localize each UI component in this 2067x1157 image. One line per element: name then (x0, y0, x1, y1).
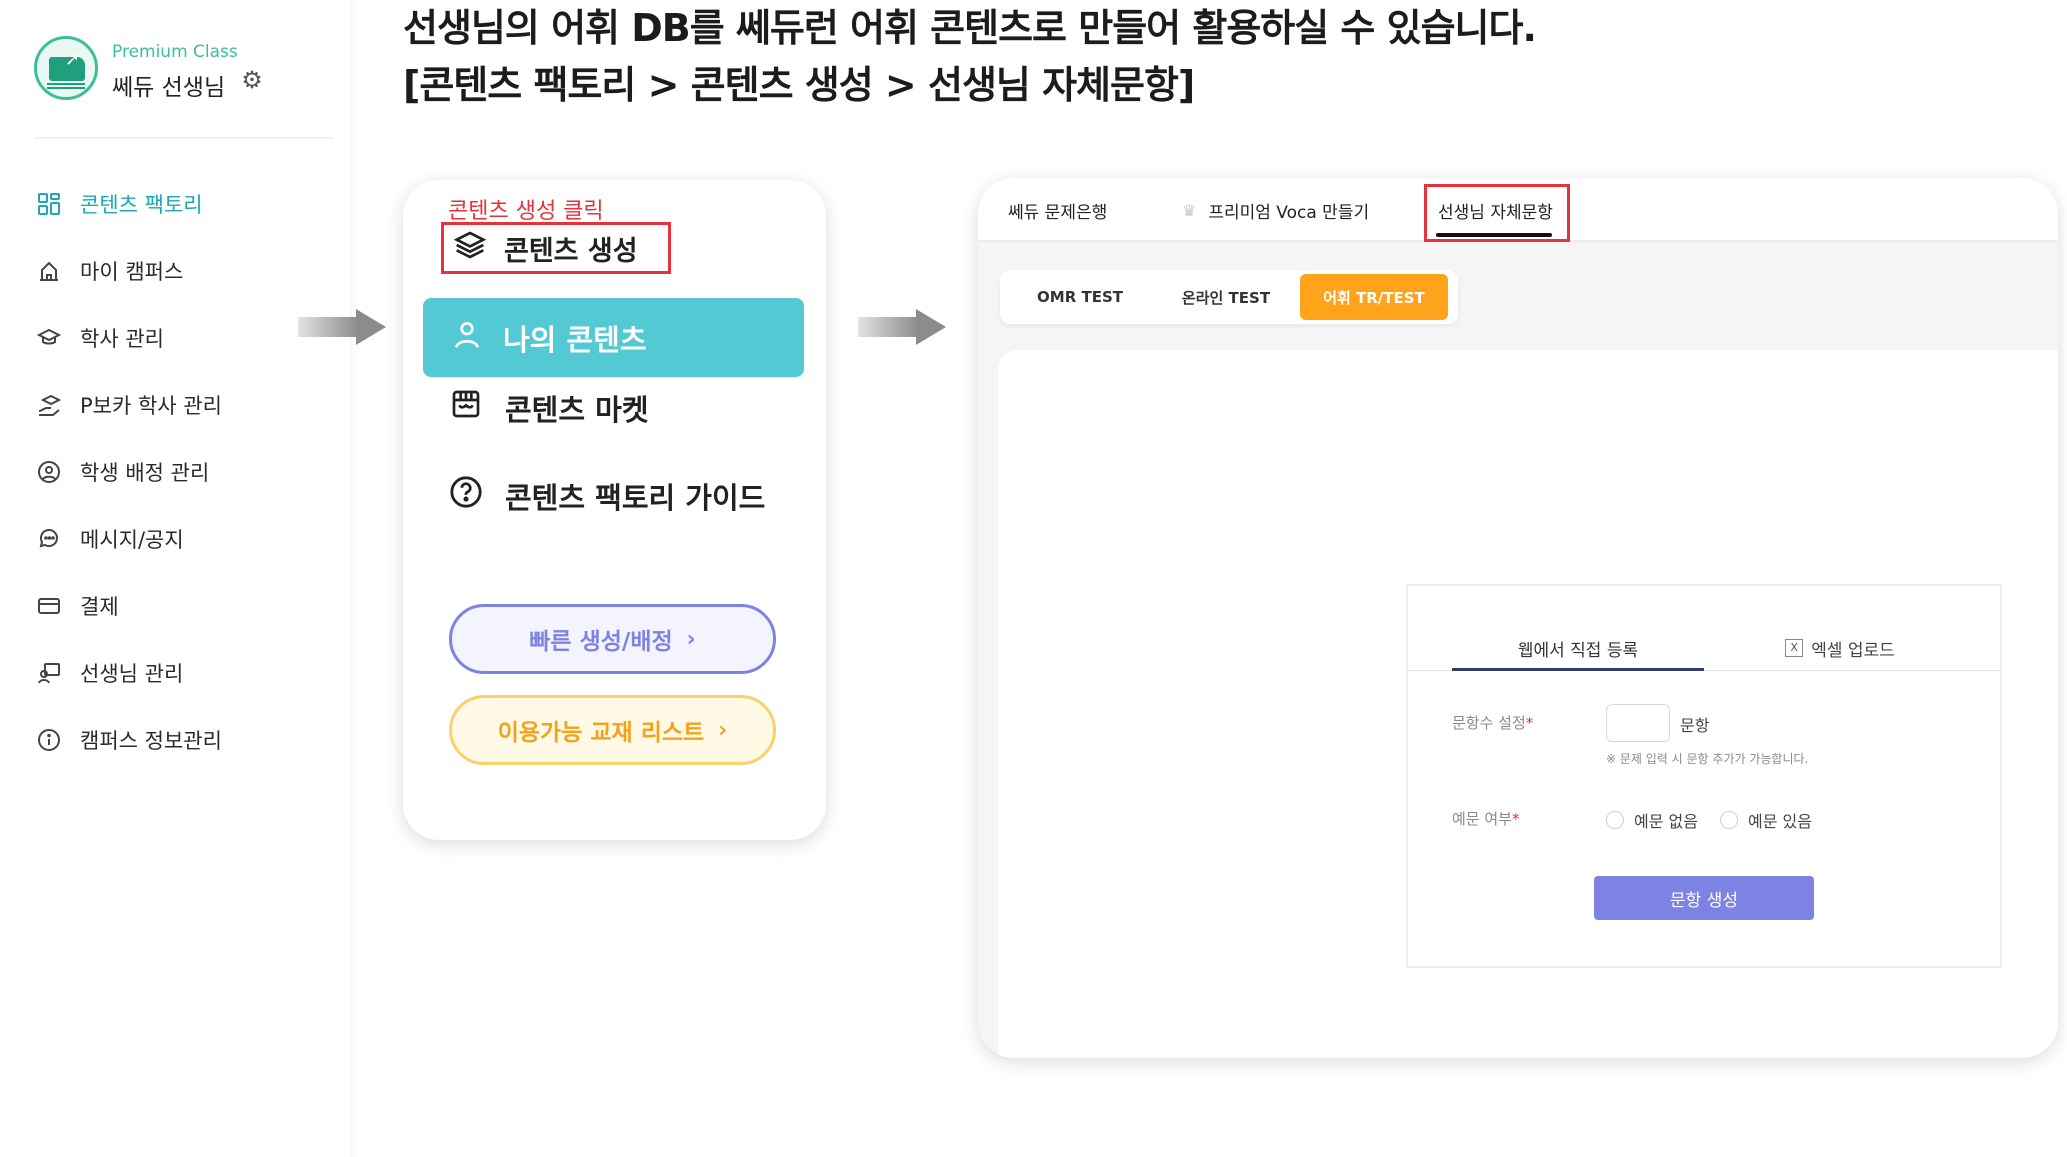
class-label: Premium Class (112, 42, 238, 62)
chevron-right-icon: › (686, 626, 696, 652)
user-icon (451, 318, 483, 358)
content-create-panel: 쎄듀 문제은행 ♛ 프리미엄 Voca 만들기 선생님 자체문항 OMR TES… (978, 178, 2058, 1058)
sidebar-item-pvoca[interactable]: P보카 학사 관리 (34, 371, 354, 438)
click-hint: 콘텐츠 생성 클릭 (448, 199, 604, 224)
sidebar-menu: 콘텐츠 팩토리 마이 캠퍼스 학사 관리 P보카 학사 관리 학생 배정 관리 (34, 170, 354, 773)
sidebar-item-label: 결제 (80, 594, 119, 619)
layers-icon (453, 229, 487, 268)
textbook-list-label: 이용가능 교재 리스트 (497, 720, 705, 746)
teacher-name: 쎄듀 선생님 (112, 75, 226, 101)
count-input[interactable] (1606, 704, 1670, 742)
tab-premium-voca[interactable]: ♛ 프리미엄 Voca 만들기 (1182, 178, 1369, 242)
sidebar-item-my-campus[interactable]: 마이 캠퍼스 (34, 237, 354, 304)
segment-omr-test[interactable]: OMR TEST (1010, 274, 1150, 320)
info-icon (34, 725, 64, 755)
tab-ceddu-bank[interactable]: 쎄듀 문제은행 (1008, 178, 1107, 242)
sidebar-divider (34, 137, 334, 139)
segment-vocab-test[interactable]: 어휘 TR/TEST (1300, 274, 1448, 320)
count-unit: 문항 (1680, 716, 1710, 735)
sidebar-item-label: 메시지/공지 (80, 527, 184, 552)
quick-create-label: 빠른 생성/배정 (529, 629, 673, 655)
count-note: ※ 문제 입력 시 문항 추가가 가능합니다. (1606, 752, 1809, 766)
textbook-list-button[interactable]: 이용가능 교재 리스트 › (449, 695, 776, 765)
radio-no-example[interactable]: 예문 없음 (1606, 808, 1698, 832)
arrow-right-icon (858, 309, 948, 345)
campus-icon (34, 256, 64, 286)
sidebar-item-label: 캠퍼스 정보관리 (80, 728, 222, 753)
teacher-icon (34, 658, 64, 688)
sidebar-item-student-assign[interactable]: 학생 배정 관리 (34, 438, 354, 505)
radio-circle (1606, 811, 1624, 829)
chevron-right-icon: › (718, 717, 728, 743)
sidebar-item-label: P보카 학사 관리 (80, 393, 222, 418)
tab-excel-upload[interactable]: X 엑셀 업로드 (1714, 626, 1966, 670)
crown-icon: ♛ (1182, 200, 1197, 220)
item-create-form: 웹에서 직접 등록 X 엑셀 업로드 문항수 설정* 문항 ※ 문제 입력 시 … (1406, 584, 2002, 968)
grid-icon (34, 189, 64, 219)
generate-items-button[interactable]: 문항 생성 (1594, 876, 1814, 920)
content-factory-menu-card: 콘텐츠 생성 클릭 콘텐츠 생성 나의 콘텐츠 콘텐츠 마켓 콘텐츠 팩토리 가… (403, 180, 826, 840)
card-icon (34, 591, 64, 621)
example-label: 예문 여부* (1452, 810, 1520, 828)
tab-web-register[interactable]: 웹에서 직접 등록 (1452, 626, 1704, 670)
excel-icon: X (1785, 639, 1804, 657)
sidebar-item-teacher[interactable]: 선생님 관리 (34, 639, 354, 706)
content-market-button[interactable]: 콘텐츠 마켓 (449, 387, 649, 429)
sidebar-item-content-factory[interactable]: 콘텐츠 팩토리 (34, 170, 354, 237)
count-label: 문항수 설정* (1452, 714, 1534, 732)
radio-circle (1720, 811, 1738, 829)
sidebar-item-payment[interactable]: 결제 (34, 572, 354, 639)
radio-with-example[interactable]: 예문 있음 (1720, 808, 1812, 832)
headline-line1: 선생님의 어휘 DB를 쎄듀런 어휘 콘텐츠로 만들어 활용하실 수 있습니다. (403, 6, 1537, 50)
store-icon (449, 388, 483, 428)
sidebar: ➚ Premium Class 쎄듀 선생님 ⚙ 콘텐츠 팩토리 마이 캠퍼스 … (10, 0, 350, 1157)
sidebar-item-campus-info[interactable]: 캠퍼스 정보관리 (34, 706, 354, 773)
test-type-segment: OMR TEST 온라인 TEST 어휘 TR/TEST (1000, 270, 1458, 324)
arrow-right-icon (298, 309, 388, 345)
segment-online-test[interactable]: 온라인 TEST (1156, 274, 1296, 320)
sidebar-item-label: 학생 배정 관리 (80, 460, 210, 485)
form-active-underline (1452, 668, 1704, 671)
gear-icon[interactable]: ⚙ (238, 66, 266, 94)
sidebar-item-message[interactable]: 메시지/공지 (34, 505, 354, 572)
my-content-label: 나의 콘텐츠 (503, 322, 647, 357)
my-content-button[interactable]: 나의 콘텐츠 (423, 298, 804, 377)
active-tab-underline (1436, 233, 1552, 237)
question-icon (449, 475, 483, 517)
sidebar-item-label: 마이 캠퍼스 (80, 259, 184, 284)
headline: 선생님의 어휘 DB를 쎄듀런 어휘 콘텐츠로 만들어 활용하실 수 있습니다.… (403, 0, 1537, 114)
graduation-cap-icon (34, 323, 64, 353)
content-create-button[interactable]: 콘텐츠 생성 (441, 222, 671, 274)
sidebar-item-label: 콘텐츠 팩토리 (80, 192, 203, 217)
user-circle-icon (34, 457, 64, 487)
content-create-label: 콘텐츠 생성 (504, 235, 638, 267)
content-market-label: 콘텐츠 마켓 (505, 393, 649, 427)
headline-line2: [콘텐츠 팩토리 > 콘텐츠 생성 > 선생님 자체문항] (403, 63, 1195, 107)
content-guide-button[interactable]: 콘텐츠 팩토리 가이드 (449, 475, 765, 517)
quick-create-button[interactable]: 빠른 생성/배정 › (449, 604, 776, 674)
chat-icon (34, 524, 64, 554)
content-guide-label: 콘텐츠 팩토리 가이드 (505, 481, 766, 515)
sidebar-item-label: 선생님 관리 (80, 661, 184, 686)
sidebar-item-label: 학사 관리 (80, 326, 164, 351)
graduation-hand-icon (34, 390, 64, 420)
logo-icon: ➚ (34, 36, 98, 100)
tab-bar: 쎄듀 문제은행 ♛ 프리미엄 Voca 만들기 선생님 자체문항 (978, 178, 2058, 242)
